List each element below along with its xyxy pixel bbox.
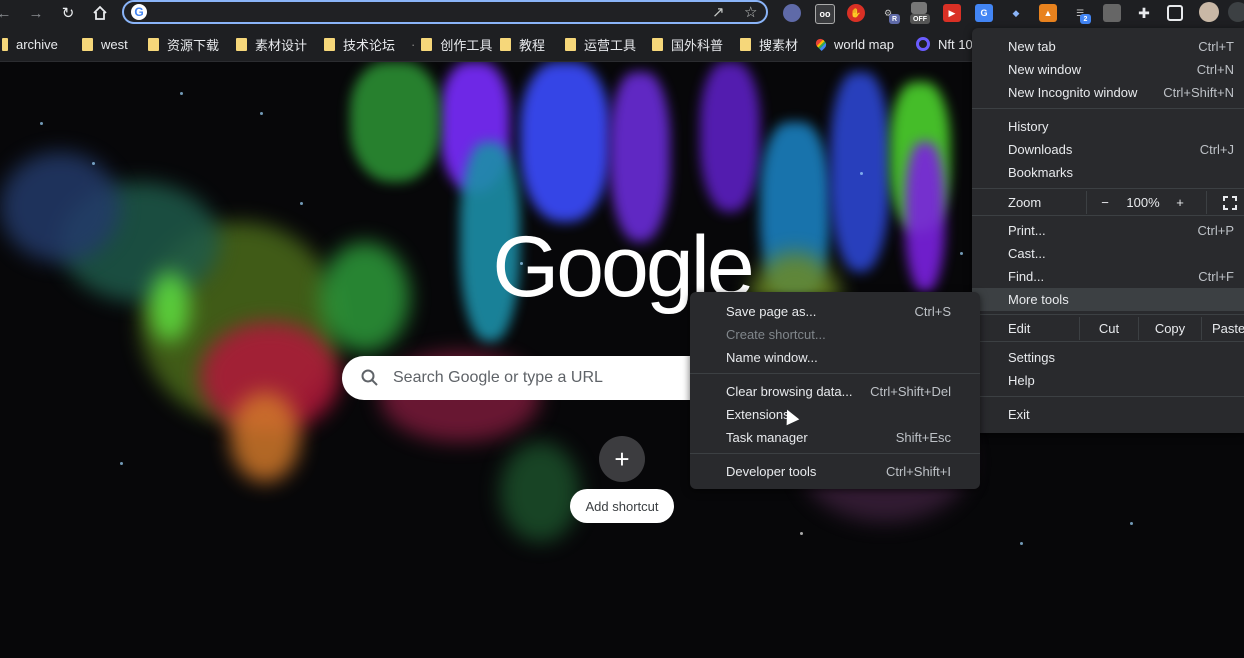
menu-item-developer-tools[interactable]: Developer tools Ctrl+Shift+I xyxy=(690,460,980,483)
address-bar[interactable]: G ↗ ☆ xyxy=(122,0,768,24)
menu-kebab-icon[interactable] xyxy=(1228,2,1244,22)
bookmark-folder[interactable]: 素材设计 xyxy=(236,36,307,53)
menu-item-cast[interactable]: Cast... xyxy=(972,242,1244,265)
bookmark-folder[interactable]: 运营工具 xyxy=(565,36,636,53)
search-icon xyxy=(361,369,378,386)
home-icon[interactable] xyxy=(90,3,110,23)
side-panel-icon[interactable] xyxy=(1167,5,1183,21)
more-tools-submenu: Save page as... Ctrl+S Create shortcut..… xyxy=(690,292,980,489)
folder-icon xyxy=(324,37,335,51)
folder-icon xyxy=(652,37,663,51)
menu-item-zoom: Zoom − 100% + xyxy=(972,191,1244,214)
bookmark-link[interactable]: world map xyxy=(813,36,894,52)
add-shortcut-button[interactable]: + xyxy=(599,436,645,482)
browser-toolbar: ← → ↻ G ↗ ☆ oo ✋ ⚙ R OFF ▶ G ◆ ▲ ☰ 2 ✚ xyxy=(0,0,1244,26)
map-pin-icon xyxy=(813,36,829,52)
bookmark-folder[interactable]: 教程 xyxy=(500,36,545,53)
translate-extension-icon[interactable]: G xyxy=(975,4,993,22)
extension-icon[interactable]: ◆ xyxy=(1007,4,1025,22)
folder-icon xyxy=(740,37,751,51)
metamask-extension-icon[interactable]: ▲ xyxy=(1039,4,1057,22)
puzzle-extensions-icon[interactable]: ✚ xyxy=(1135,4,1153,22)
bookmark-folder[interactable]: 技术论坛 xyxy=(324,36,395,53)
menu-item-history[interactable]: History xyxy=(972,115,1244,138)
folder-icon xyxy=(500,37,511,51)
extension-icon[interactable] xyxy=(911,2,927,14)
menu-item-task-manager[interactable]: Task manager Shift+Esc xyxy=(690,426,980,449)
menu-item-clear-browsing-data[interactable]: Clear browsing data... Ctrl+Shift+Del xyxy=(690,380,980,403)
folder-icon xyxy=(148,37,159,51)
menu-item-print[interactable]: Print... Ctrl+P xyxy=(972,219,1244,242)
search-placeholder: Search Google or type a URL xyxy=(393,369,603,386)
extension-badge: 2 xyxy=(1080,14,1091,24)
folder-icon xyxy=(565,37,576,51)
zoom-out-button[interactable]: − xyxy=(1094,191,1116,214)
youtube-extension-icon[interactable]: ▶ xyxy=(943,4,961,22)
extension-badge: OFF xyxy=(910,14,930,24)
menu-item-save-page[interactable]: Save page as... Ctrl+S xyxy=(690,300,980,323)
avatar[interactable] xyxy=(1199,2,1219,22)
google-favicon-icon: G xyxy=(131,4,147,20)
paste-button[interactable]: Paste xyxy=(1212,317,1244,340)
bookmark-folder[interactable]: 搜素材 xyxy=(740,36,798,53)
extension-icon[interactable]: ✋ xyxy=(847,4,865,22)
menu-item-name-window[interactable]: Name window... xyxy=(690,346,980,369)
menu-item-bookmarks[interactable]: Bookmarks xyxy=(972,161,1244,184)
add-shortcut-label[interactable]: Add shortcut xyxy=(570,489,674,523)
bookmark-folder[interactable]: 国外科普 xyxy=(652,36,723,53)
menu-item-create-shortcut: Create shortcut... xyxy=(726,327,826,342)
fullscreen-icon[interactable] xyxy=(1218,191,1242,214)
zoom-in-button[interactable]: + xyxy=(1170,191,1190,214)
extension-icon[interactable]: oo xyxy=(815,4,835,24)
bookmark-folder[interactable]: archive xyxy=(2,36,58,52)
menu-item-new-incognito[interactable]: New Incognito window Ctrl+Shift+N xyxy=(972,81,1244,104)
forward-icon[interactable]: → xyxy=(26,3,46,23)
menu-item-settings[interactable]: Settings xyxy=(972,346,1244,369)
share-icon[interactable]: ↗ xyxy=(712,3,725,21)
reload-icon[interactable]: ↻ xyxy=(58,3,78,23)
chrome-main-menu: New tab Ctrl+T New window Ctrl+N New Inc… xyxy=(972,28,1244,433)
folder-icon xyxy=(421,37,433,51)
bookmark-folder[interactable]: 资源下载 xyxy=(148,36,219,53)
menu-item-new-window[interactable]: New window Ctrl+N xyxy=(972,58,1244,81)
bookmark-star-icon[interactable]: ☆ xyxy=(744,3,757,21)
folder-icon xyxy=(2,37,8,51)
copy-button[interactable]: Copy xyxy=(1139,317,1201,340)
menu-item-edit: Edit Cut Copy Paste xyxy=(972,317,1244,340)
folder-icon xyxy=(236,37,247,51)
menu-item-help[interactable]: Help xyxy=(972,369,1244,392)
extension-icon[interactable] xyxy=(783,4,801,22)
menu-item-find[interactable]: Find... Ctrl+F xyxy=(972,265,1244,288)
menu-item-exit[interactable]: Exit xyxy=(972,403,1244,426)
bookmark-folder[interactable]: · 创作工具 xyxy=(411,36,492,53)
menu-item-extensions[interactable]: Extensions xyxy=(690,403,980,426)
bookmark-link[interactable]: Nft 10 xyxy=(916,36,973,52)
extension-icon[interactable] xyxy=(1103,4,1121,22)
menu-item-more-tools[interactable]: More tools xyxy=(972,288,1244,311)
bookmark-folder[interactable]: west xyxy=(82,36,128,52)
folder-icon xyxy=(82,37,93,51)
menu-item-new-tab[interactable]: New tab Ctrl+T xyxy=(972,35,1244,58)
zoom-level: 100% xyxy=(1126,195,1160,210)
nft-logo-icon xyxy=(916,37,930,51)
back-icon[interactable]: ← xyxy=(0,3,14,23)
menu-item-downloads[interactable]: Downloads Ctrl+J xyxy=(972,138,1244,161)
cut-button[interactable]: Cut xyxy=(1080,317,1138,340)
extension-badge: R xyxy=(889,14,900,24)
